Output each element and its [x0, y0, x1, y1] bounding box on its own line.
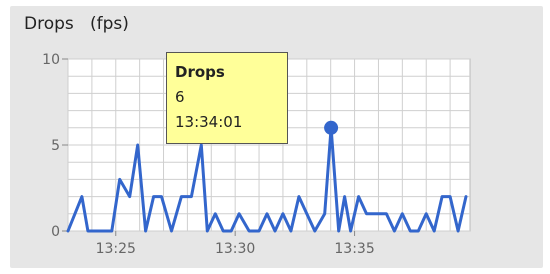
x-tick-label: 13:25 — [96, 241, 136, 257]
x-tick-label: 13:30 — [215, 241, 255, 257]
x-axis: 13:25 13:30 13:35 — [96, 231, 375, 257]
y-tick-label: 10 — [42, 52, 60, 68]
data-tooltip: Drops 6 13:34:01 — [166, 52, 288, 144]
y-tick-label: 5 — [51, 138, 60, 154]
y-tick-label: 0 — [51, 224, 60, 240]
tooltip-value: 6 — [175, 88, 185, 106]
x-tick-label: 13:35 — [334, 241, 374, 257]
y-axis: 0 5 10 — [42, 52, 68, 240]
highlight-point — [324, 120, 339, 135]
tooltip-time: 13:34:01 — [175, 113, 243, 131]
tooltip-series: Drops — [175, 63, 225, 81]
